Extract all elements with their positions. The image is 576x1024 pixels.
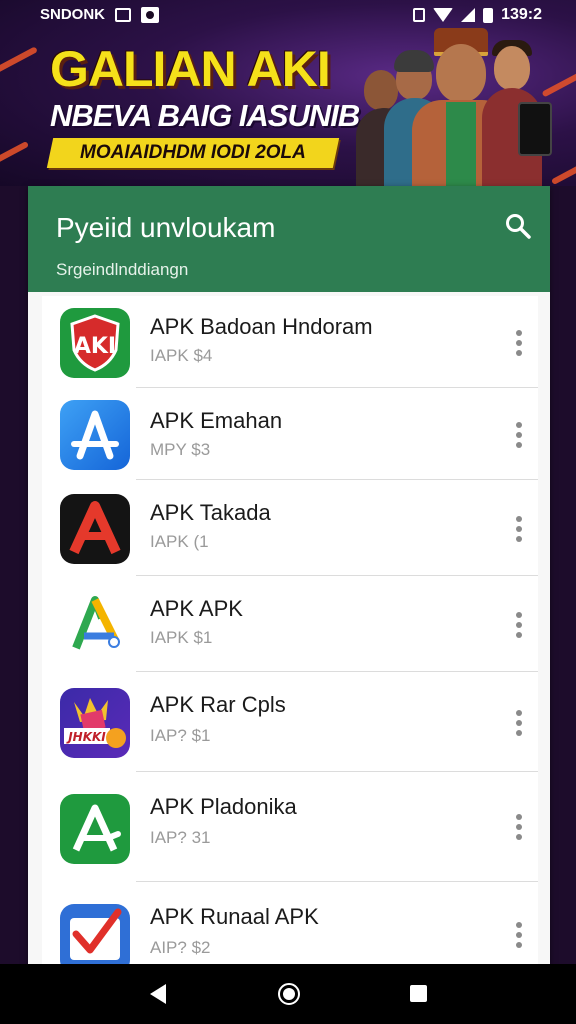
more-vert-icon[interactable] bbox=[514, 422, 524, 448]
app-meta: IAP? $1 bbox=[150, 726, 211, 745]
banner-ribbon-text: MOAIAIDHDM IODI 2OLA bbox=[80, 142, 306, 163]
banner-people-illustration bbox=[350, 28, 552, 190]
carrier-label: SNDONK bbox=[40, 6, 106, 23]
app-bar-title: Pyeiid unvloukam bbox=[56, 212, 276, 243]
home-icon[interactable] bbox=[278, 983, 300, 1005]
app-meta: IAP? 31 bbox=[150, 828, 211, 847]
list-item[interactable]: APK APK IAPK $1 bbox=[42, 576, 538, 672]
screenshot-icon bbox=[115, 7, 132, 22]
background-right bbox=[550, 186, 576, 964]
banner-subline: NBEVA BAIG IASUNIB bbox=[50, 98, 360, 133]
system-nav-bar bbox=[0, 964, 576, 1024]
app-name: APK Takada bbox=[150, 500, 271, 525]
app-name: APK Pladonika bbox=[150, 794, 297, 819]
app-bar-subtitle: Srgeindlnddiangn bbox=[56, 260, 189, 279]
red-a-icon bbox=[60, 494, 130, 564]
more-vert-icon[interactable] bbox=[514, 516, 524, 542]
more-vert-icon[interactable] bbox=[514, 922, 524, 948]
battery-icon bbox=[483, 7, 494, 23]
status-bar: SNDONK 139:2 bbox=[0, 0, 576, 32]
app-name: APK Emahan bbox=[150, 408, 283, 433]
app-meta: IAPK $4 bbox=[150, 346, 213, 365]
more-vert-icon[interactable] bbox=[514, 710, 524, 736]
svg-text:AKI: AKI bbox=[74, 334, 116, 359]
app-panel: Pyeiid unvloukam Srgeindlnddiangn AKI AP… bbox=[28, 186, 550, 964]
list-item[interactable]: APK Runaal APK AIP? $2 bbox=[42, 882, 538, 964]
list-item[interactable]: APK Emahan MPY $3 bbox=[42, 388, 538, 480]
vibrate-icon bbox=[413, 8, 426, 22]
app-name: APK Badoan Hndoram bbox=[150, 314, 373, 339]
app-bar: Pyeiid unvloukam Srgeindlnddiangn bbox=[28, 186, 550, 292]
list-item[interactable]: APK Takada IAPK (1 bbox=[42, 480, 538, 576]
mail-check-icon bbox=[60, 904, 130, 964]
clock: 139:2 bbox=[501, 6, 542, 23]
banner-headline: GALIAN AKI bbox=[50, 41, 331, 97]
list-item[interactable]: AKI APK Badoan Hndoram IAPK $4 bbox=[42, 296, 538, 388]
more-vert-icon[interactable] bbox=[514, 814, 524, 840]
more-vert-icon[interactable] bbox=[514, 330, 524, 356]
drive-a-icon bbox=[60, 590, 130, 660]
game-badge-icon: JHKKI bbox=[60, 688, 130, 758]
wifi-icon bbox=[433, 8, 454, 22]
image-icon bbox=[141, 6, 160, 23]
list-item[interactable]: APK Pladonika IAP? 31 bbox=[42, 772, 538, 882]
app-name: APK APK bbox=[150, 596, 243, 621]
app-name: APK Runaal APK bbox=[150, 904, 319, 929]
app-list: AKI APK Badoan Hndoram IAPK $4 APK Emaha… bbox=[42, 296, 538, 964]
app-meta: MPY $3 bbox=[150, 440, 211, 459]
search-icon[interactable] bbox=[504, 212, 532, 240]
list-item[interactable]: JHKKI APK Rar Cpls IAP? $1 bbox=[42, 672, 538, 772]
app-meta: IAPK (1 bbox=[150, 532, 209, 551]
app-store-icon bbox=[60, 400, 130, 470]
background-left bbox=[0, 186, 28, 964]
recent-apps-icon[interactable] bbox=[410, 985, 427, 1002]
app-meta: IAPK $1 bbox=[150, 628, 213, 647]
signal-icon bbox=[461, 8, 476, 22]
banner-ribbon: MOAIAIDHDM IODI 2OLA bbox=[46, 138, 340, 168]
svg-text:JHKKI: JHKKI bbox=[66, 730, 106, 744]
app-meta: AIP? $2 bbox=[150, 938, 211, 957]
shield-badge-icon: AKI bbox=[60, 308, 130, 378]
app-name: APK Rar Cpls bbox=[150, 692, 286, 717]
back-icon[interactable] bbox=[150, 984, 166, 1004]
green-a-icon bbox=[60, 794, 130, 864]
more-vert-icon[interactable] bbox=[514, 612, 524, 638]
